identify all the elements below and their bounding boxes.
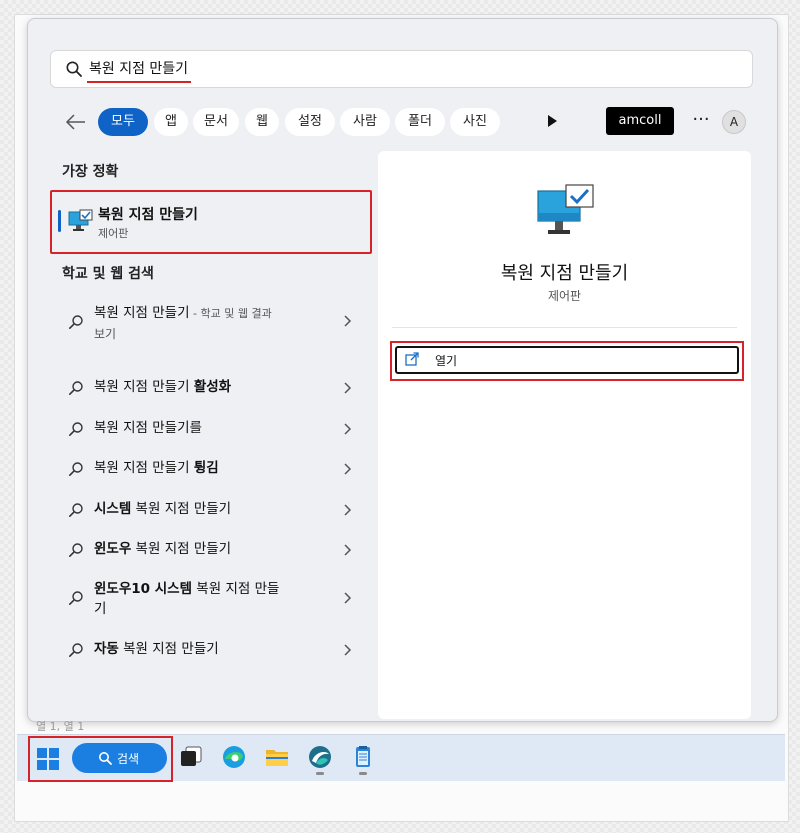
system-restore-icon xyxy=(537,184,594,234)
divider xyxy=(392,327,737,328)
chevron-right-icon xyxy=(344,315,352,327)
notepad-icon[interactable] xyxy=(350,744,376,770)
preview-title: 복원 지점 만들기 xyxy=(500,263,629,284)
web-result-item[interactable]: 복원 지점 만들기 활성화 xyxy=(50,377,370,401)
browser-icon[interactable] xyxy=(307,744,333,770)
search-icon xyxy=(68,503,83,517)
filter-folders[interactable]: 폴더 xyxy=(395,108,445,136)
taskbar: 검색 xyxy=(17,734,785,782)
web-result-item[interactable]: 복원 지점 만들기 - 학교 및 웹 결과보기 xyxy=(50,303,370,343)
filter-web[interactable]: 웹 xyxy=(245,108,279,136)
filter-documents[interactable]: 문서 xyxy=(193,108,239,136)
result-text-line2: 기 xyxy=(94,601,107,617)
result-text: 복원 지점 만들기 xyxy=(131,541,232,557)
web-result-item[interactable]: 복원 지점 만들기를 xyxy=(50,418,370,442)
windows-start-icon[interactable] xyxy=(34,745,62,773)
start-search-panel: 복원 지점 만들기 모두 앱 문서 웹 설정 사람 폴더 사진 amcoll ·… xyxy=(27,18,778,722)
preview-pane: 복원 지점 만들기 제어판 열기 xyxy=(378,151,751,719)
chevron-right-icon xyxy=(344,463,352,475)
chevron-right-icon xyxy=(344,644,352,656)
result-text: 복원 지점 만들기를 xyxy=(94,420,202,436)
search-icon xyxy=(68,381,83,395)
chevron-right-icon xyxy=(344,592,352,604)
result-text-bold: 활성화 xyxy=(193,379,232,395)
web-result-item[interactable]: 복원 지점 만들기 튕김 xyxy=(50,458,370,482)
account-name: amcoll xyxy=(606,107,674,135)
back-arrow-icon[interactable] xyxy=(64,111,88,133)
chevron-right-icon xyxy=(344,544,352,556)
web-result-item[interactable]: 시스템 복원 지점 만들기 xyxy=(50,499,370,523)
taskbar-search-label: 검색 xyxy=(117,752,140,766)
preview-subtitle: 제어판 xyxy=(547,289,582,303)
result-text-bold: 시스템 xyxy=(94,501,132,517)
start-search-highlight: 검색 xyxy=(28,736,173,782)
web-result-item[interactable]: 윈도우 복원 지점 만들기 xyxy=(50,539,370,563)
best-match-heading: 가장 정확 xyxy=(62,164,119,180)
result-text-bold: 자동 xyxy=(94,641,119,657)
background-window-text: 열 1, 열 1 xyxy=(36,720,85,733)
search-icon xyxy=(68,422,83,436)
search-icon xyxy=(68,543,83,557)
running-indicator xyxy=(316,772,324,775)
filter-bar: 모두 앱 문서 웹 설정 사람 폴더 사진 amcoll ··· A xyxy=(50,105,760,139)
result-text: 복원 지점 만들기 xyxy=(118,641,219,657)
open-button[interactable]: 열기 xyxy=(395,346,739,374)
search-icon xyxy=(99,752,112,765)
best-match-title: 복원 지점 만들기 xyxy=(98,207,198,223)
search-icon xyxy=(68,591,83,605)
result-text-bold: 윈도우10 시스템 xyxy=(94,581,193,597)
system-restore-icon xyxy=(68,209,93,231)
result-text: 복원 지점 만들기 xyxy=(94,305,190,321)
chevron-right-icon xyxy=(344,423,352,435)
result-text: 복원 지점 만들기 xyxy=(94,379,194,395)
play-icon[interactable] xyxy=(548,115,557,127)
open-action-highlight: 열기 xyxy=(390,341,744,381)
chevron-right-icon xyxy=(344,504,352,516)
filter-settings[interactable]: 설정 xyxy=(285,108,335,136)
result-text-bold: 윈도우 xyxy=(94,541,132,557)
result-text: 복원 지점 만들 xyxy=(192,581,280,597)
chevron-right-icon xyxy=(344,382,352,394)
filter-all[interactable]: 모두 xyxy=(98,108,148,136)
search-icon xyxy=(68,315,83,329)
open-button-label: 열기 xyxy=(435,354,458,368)
filter-photos[interactable]: 사진 xyxy=(450,108,500,136)
best-match-result[interactable]: 복원 지점 만들기 제어판 xyxy=(50,190,372,254)
search-icon xyxy=(68,462,83,476)
filter-apps[interactable]: 앱 xyxy=(154,108,188,136)
search-box[interactable]: 복원 지점 만들기 xyxy=(50,50,753,88)
selection-indicator xyxy=(58,210,61,232)
running-indicator xyxy=(359,772,367,775)
edge-icon[interactable] xyxy=(221,744,247,770)
result-suffix: - 학교 및 웹 결과 xyxy=(189,307,272,320)
best-match-subtitle: 제어판 xyxy=(98,227,129,240)
filter-people[interactable]: 사람 xyxy=(340,108,390,136)
result-text-line2: 보기 xyxy=(94,327,117,341)
result-text-bold: 튕김 xyxy=(193,460,219,476)
search-icon xyxy=(66,61,82,77)
result-text: 복원 지점 만들기 xyxy=(94,460,194,476)
search-query-underline xyxy=(87,81,191,83)
web-result-item[interactable]: 자동 복원 지점 만들기 xyxy=(50,639,370,663)
avatar[interactable]: A xyxy=(722,110,746,134)
task-view-icon[interactable] xyxy=(178,744,204,770)
web-result-item[interactable]: 윈도우10 시스템 복원 지점 만들기 xyxy=(50,579,370,619)
open-external-icon xyxy=(405,352,419,366)
taskbar-search-button[interactable]: 검색 xyxy=(72,743,167,773)
web-results-heading: 학교 및 웹 검색 xyxy=(62,266,154,282)
search-input[interactable]: 복원 지점 만들기 xyxy=(89,60,188,78)
search-icon xyxy=(68,643,83,657)
more-options-button[interactable]: ··· xyxy=(688,105,714,137)
result-text: 복원 지점 만들기 xyxy=(131,501,232,517)
file-explorer-icon[interactable] xyxy=(264,744,290,770)
